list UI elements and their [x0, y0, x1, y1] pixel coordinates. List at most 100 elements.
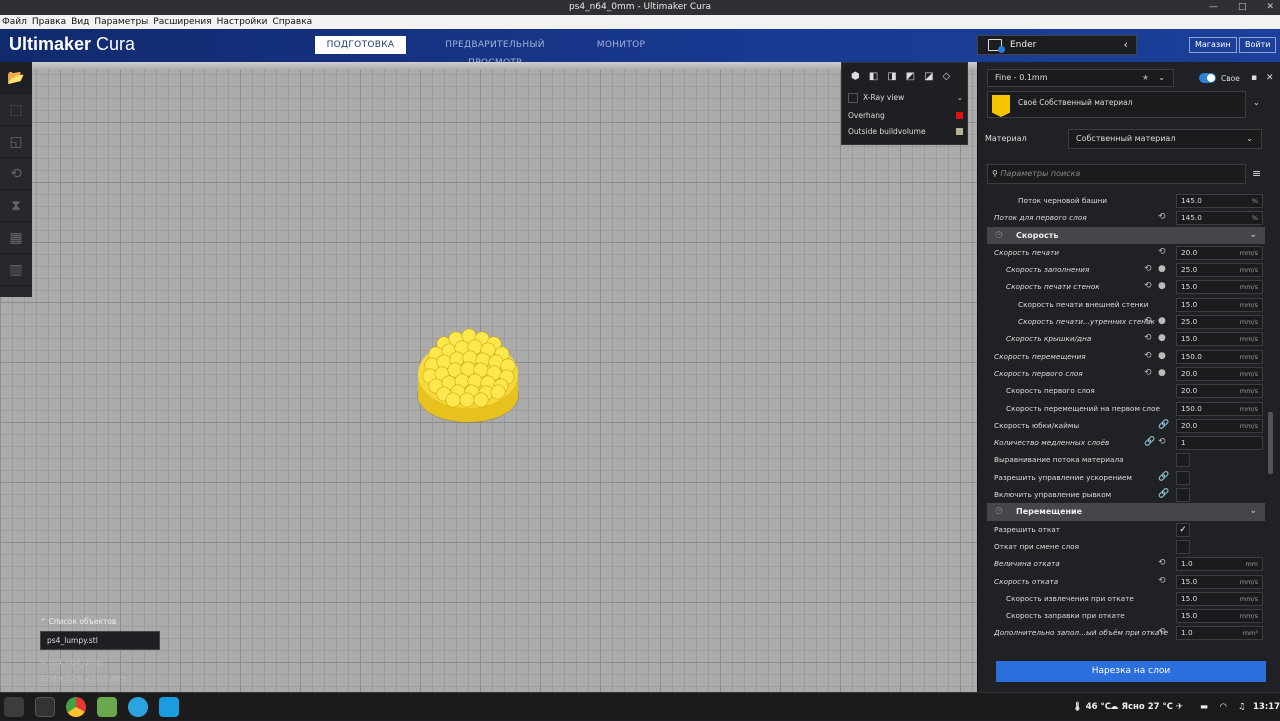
menu-parameters[interactable]: Параметры [94, 15, 148, 29]
setting-input[interactable]: 150.0 mm/s [1176, 349, 1263, 364]
info-icon[interactable]: ● [1158, 261, 1166, 278]
reset-icon[interactable]: ⟲ [1144, 261, 1152, 278]
setting-input[interactable]: 150.0 mm/s [1176, 401, 1263, 416]
setting-input[interactable]: 15.0 mm/s [1176, 297, 1263, 312]
view-3d-icon[interactable]: ⬢ [851, 71, 860, 82]
setting-input[interactable]: 15.0 mm/s [1176, 280, 1263, 295]
support-blocker-icon[interactable]: ▥ [0, 254, 32, 286]
move-tool-icon[interactable]: ⬚ [0, 94, 32, 126]
setting-input[interactable]: 15.0 mm/s [1176, 609, 1263, 624]
reset-icon[interactable]: ⟲ [1158, 209, 1166, 226]
reset-icon[interactable]: ⟲ [1158, 573, 1166, 590]
settings-category-header[interactable]: ◷ Скорость ⌄ [987, 226, 1265, 244]
info-icon[interactable]: ● [1158, 278, 1166, 295]
reset-icon[interactable]: ⟲ [1158, 555, 1166, 572]
terminal-icon[interactable] [35, 697, 55, 717]
setting-input[interactable]: 1.0 mm [1176, 557, 1263, 572]
tab-preview[interactable]: ПРЕДВАРИТЕЛЬНЫЙ ПРОСМОТР [420, 36, 570, 68]
close-panel-icon[interactable]: ✕ [1266, 73, 1274, 83]
setting-input[interactable]: 145.0% [1176, 211, 1263, 226]
profile-selector[interactable]: Fine - 0.1mm ★ ⌄ [987, 69, 1174, 87]
open-file-icon[interactable]: 📂 [0, 62, 32, 94]
slice-button[interactable]: Нарезка на слои [996, 661, 1266, 682]
marketplace-button[interactable]: Магазин [1189, 37, 1237, 53]
menu-extensions[interactable]: Расширения [153, 15, 211, 29]
setting-input[interactable]: 145.0% [1176, 194, 1263, 208]
keyboard-layout-icon[interactable]: ▬ [1200, 693, 1208, 721]
view-right-icon[interactable]: ◪ [924, 71, 933, 82]
maximize-icon[interactable]: □ [1238, 0, 1247, 15]
reset-icon[interactable]: ⟲ [1158, 244, 1166, 261]
material-select[interactable]: Собственный материал ⌄ [1068, 129, 1262, 149]
setting-input[interactable]: 25.0 mm/s [1176, 263, 1263, 278]
view-top-icon[interactable]: ◨ [887, 71, 896, 82]
view-front-icon[interactable]: ◧ [869, 71, 878, 82]
files-icon[interactable] [97, 697, 117, 717]
weather[interactable]: ☁ Ясно 27 °C [1110, 693, 1173, 721]
job-name[interactable]: ✎ ps4_n64_0mm [40, 658, 103, 667]
setting-checkbox[interactable] [1176, 539, 1190, 554]
setting-input[interactable]: 20.0 mm/s [1176, 418, 1263, 433]
info-icon[interactable]: ● [1158, 348, 1166, 365]
setting-input[interactable]: 15.0 mm/s [1176, 574, 1263, 589]
chevron-down-icon[interactable]: ⌄ [1246, 95, 1271, 115]
setting-checkbox[interactable]: ✓ [1176, 522, 1190, 537]
setting-input[interactable]: 25.0 mm/s [1176, 315, 1263, 330]
menu-view[interactable]: Вид [71, 15, 89, 29]
mint-menu-icon[interactable] [4, 697, 24, 717]
reset-icon[interactable]: ⟲ [1158, 624, 1166, 641]
setting-input[interactable]: 15.0 mm/s [1176, 591, 1263, 606]
music-icon[interactable]: ♫ [1238, 693, 1246, 721]
model-object[interactable] [414, 322, 522, 426]
xray-toggle[interactable]: X-Ray view ⌄ [848, 93, 963, 103]
view-left-icon[interactable]: ◩ [906, 71, 915, 82]
setting-input[interactable]: 20.0 mm/s [1176, 384, 1263, 399]
custom-toggle[interactable] [1199, 73, 1216, 83]
settings-menu-icon[interactable]: ≡ [1252, 167, 1261, 180]
setting-checkbox[interactable] [1176, 453, 1190, 468]
info-icon[interactable]: ● [1158, 365, 1166, 382]
wifi-icon[interactable]: ◠ [1220, 693, 1227, 721]
settings-search-field[interactable]: ⚲ Параметры поиска [987, 164, 1246, 184]
rotate-tool-icon[interactable]: ⟲ [0, 158, 32, 190]
settings-category-header[interactable]: ◷ Перемещение ⌄ [987, 503, 1265, 521]
menu-file[interactable]: Файл [2, 15, 27, 29]
minimize-icon[interactable]: — [1209, 0, 1218, 15]
menu-edit[interactable]: Правка [32, 15, 66, 29]
mirror-tool-icon[interactable]: ⧗ [0, 190, 32, 222]
view-type-icon[interactable]: ◇ [943, 71, 951, 82]
reset-icon[interactable]: ⟲ [1144, 330, 1152, 347]
telegram-icon[interactable] [128, 697, 148, 717]
printer-selector[interactable]: Ender ‹ [977, 35, 1137, 55]
setting-checkbox[interactable] [1176, 470, 1190, 485]
close-icon[interactable]: ✕ [1266, 0, 1274, 15]
star-icon[interactable]: ★ [1142, 70, 1149, 86]
scale-tool-icon[interactable]: ◱ [0, 126, 32, 158]
reset-icon[interactable]: ⟲ [1144, 348, 1152, 365]
tab-prepare[interactable]: ПОДГОТОВКА [315, 36, 406, 54]
tab-monitor[interactable]: МОНИТОР [590, 36, 652, 54]
object-list-toggle[interactable]: ⌃ Список объектов [40, 617, 116, 626]
reset-icon[interactable]: ⟲ [1158, 434, 1166, 451]
reset-icon[interactable]: ⟲ [1144, 313, 1152, 330]
cura-icon[interactable] [159, 697, 179, 717]
setting-input[interactable]: 15.0 mm/s [1176, 332, 1263, 347]
per-model-settings-icon[interactable]: ▦ [0, 222, 32, 254]
settings-scrollbar[interactable] [1268, 412, 1273, 474]
info-icon[interactable]: ● [1158, 330, 1166, 347]
telegram-tray-icon[interactable]: ✈ [1176, 693, 1183, 721]
xray-checkbox[interactable] [848, 93, 858, 103]
setting-input[interactable]: 1.0 mm³ [1176, 626, 1263, 641]
save-icon[interactable]: ▪ [1251, 73, 1257, 83]
reset-icon[interactable]: ⟲ [1144, 278, 1152, 295]
info-icon[interactable]: ● [1158, 313, 1166, 330]
chrome-icon[interactable] [66, 697, 86, 717]
login-button[interactable]: Войти [1239, 37, 1277, 53]
setting-input[interactable]: 1 [1176, 436, 1263, 451]
menu-preferences[interactable]: Настройки [217, 15, 268, 29]
setting-checkbox[interactable] [1176, 488, 1190, 503]
clock[interactable]: 13:17 [1253, 693, 1280, 721]
reset-icon[interactable]: ⟲ [1144, 365, 1152, 382]
object-list-item[interactable]: ps4_lumpy.stl [40, 631, 160, 650]
setting-input[interactable]: 20.0 mm/s [1176, 245, 1263, 260]
